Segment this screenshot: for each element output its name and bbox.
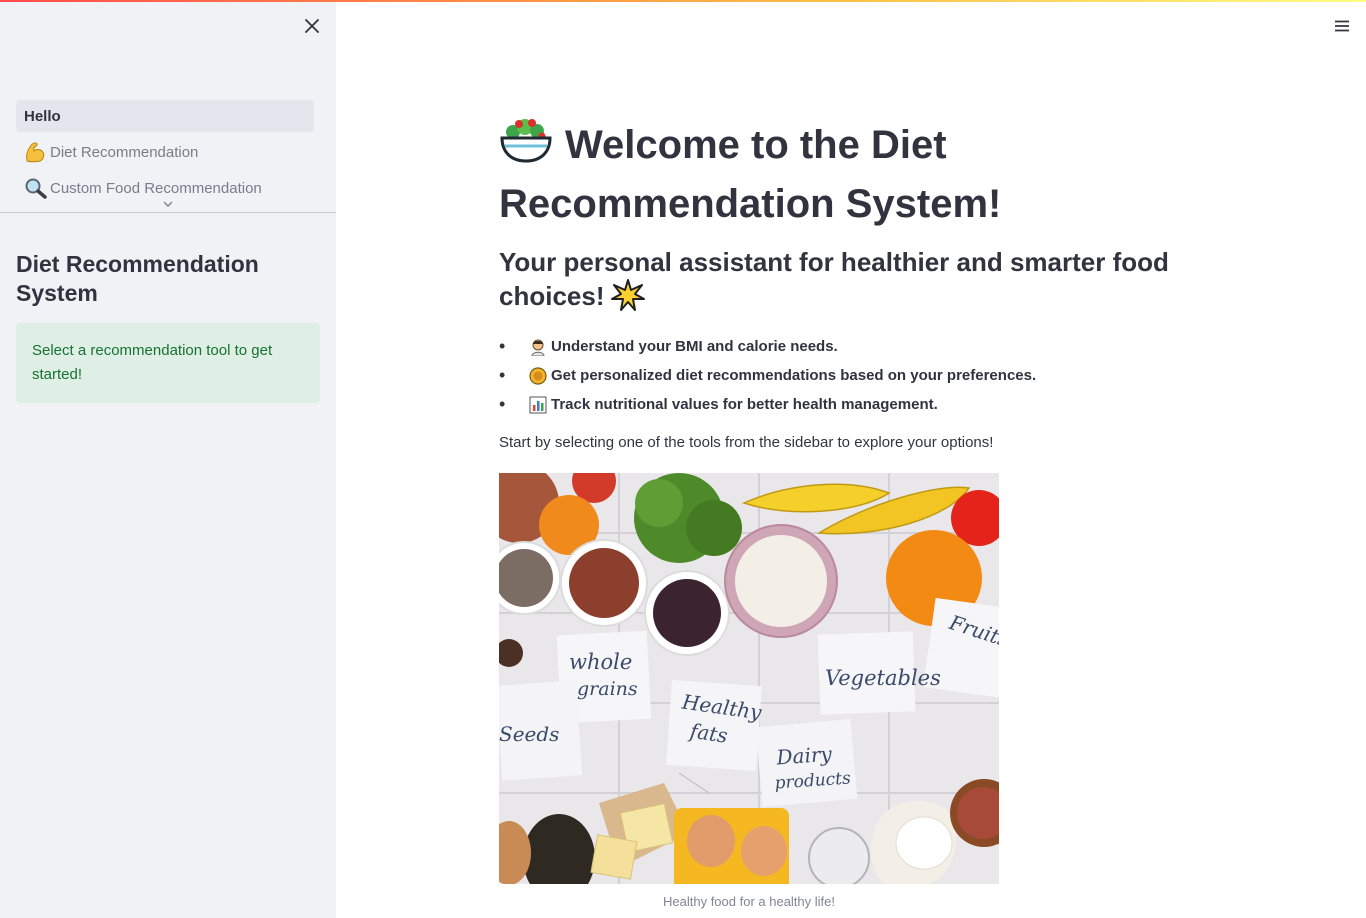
sparkle-icon: [610, 279, 645, 319]
bar-chart-icon: [529, 396, 551, 414]
info-alert: Select a recommendation tool to get star…: [16, 323, 320, 403]
healthy-food-image: whole grains Healthy fats Vegetables Dai…: [499, 473, 999, 884]
sidebar-title: Diet Recommendation System: [16, 251, 259, 306]
food-plate-icon: [529, 366, 551, 385]
intro-text: Start by selecting one of the tools from…: [499, 434, 994, 451]
sidebar-nav: Hello Diet Recommendation Custom Food Re…: [16, 100, 314, 208]
expand-nav-button[interactable]: [160, 198, 176, 210]
top-decoration: [0, 0, 1366, 2]
nav-divider: [0, 212, 336, 213]
close-sidebar-button[interactable]: [300, 14, 324, 38]
list-item: • Get personalized diet recommendations …: [499, 365, 1037, 385]
vegetables-label: Vegetables: [825, 666, 941, 690]
image-caption: Healthy food for a healthy life!: [663, 894, 835, 909]
chevron-down-icon: [163, 201, 173, 207]
hamburger-menu-icon: [1335, 20, 1349, 32]
main-menu-button[interactable]: [1330, 14, 1354, 38]
person-icon: [529, 338, 551, 356]
whole-grains-label: whole: [569, 650, 632, 674]
sidebar-item-hello[interactable]: Hello: [16, 100, 314, 132]
list-item: • Understand your BMI and calorie needs.: [499, 336, 838, 356]
page-subtitle: Your personal assistant for healthier an…: [499, 246, 1179, 319]
sidebar-item-label: Hello: [24, 107, 61, 125]
sidebar-item-diet-recommendation[interactable]: Diet Recommendation: [16, 136, 314, 168]
feature-list: • Understand your BMI and calorie needs.…: [499, 332, 1179, 419]
flexed-bicep-icon: [24, 141, 50, 163]
seeds-label: Seeds: [499, 722, 559, 746]
magnifier-icon: [24, 177, 50, 199]
salad-bowl-icon: [499, 116, 553, 178]
sidebar-item-label: Custom Food Recommendation: [50, 179, 262, 197]
list-item: • Track nutritional values for better he…: [499, 394, 938, 414]
whole-grains-label: grains: [577, 678, 638, 700]
close-icon: [305, 19, 319, 33]
dairy-products-label: Dairy: [775, 742, 833, 770]
sidebar-item-label: Diet Recommendation: [50, 143, 199, 161]
sidebar: Hello Diet Recommendation Custom Food Re…: [0, 0, 336, 918]
page-title: Welcome to the Diet Recommendation Syste…: [499, 116, 1179, 231]
